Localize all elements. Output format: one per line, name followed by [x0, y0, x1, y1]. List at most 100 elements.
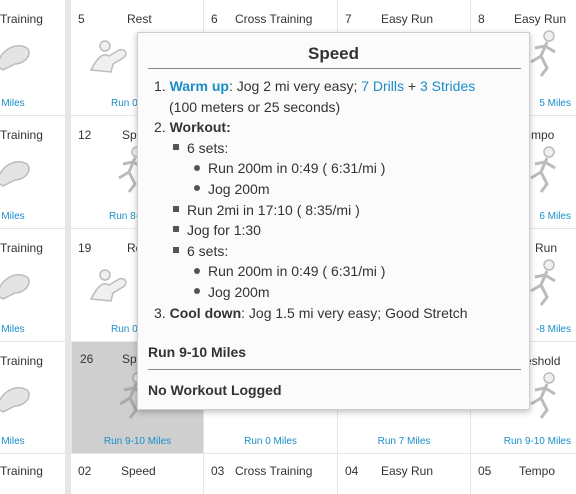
workout-type: Cross Training	[235, 12, 313, 26]
step-number: 3.	[154, 304, 166, 321]
workout-miles[interactable]: 0 Miles	[0, 324, 25, 335]
calendar-day[interactable]: 02 Speed	[71, 454, 203, 494]
warmup-text: : Jog 2 mi very easy;	[228, 78, 362, 94]
set-group: 6 sets:	[154, 241, 475, 262]
workout-item: Run 2mi in 17:10 ( 8:35/mi )	[154, 200, 475, 221]
round-bullet-icon	[194, 185, 200, 192]
day-number: 5	[78, 12, 85, 26]
day-number: 7	[345, 12, 352, 26]
workout-item: Jog for 1:30	[154, 220, 475, 241]
calendar-day[interactable]: Training 0 Miles	[0, 0, 65, 115]
calendar-day[interactable]: Training 0 Miles	[0, 342, 65, 453]
workout-label: Workout:	[169, 119, 231, 136]
cooldown-text: : Jog 1.5 mi very easy; Good Stretch	[241, 304, 468, 321]
calendar-day[interactable]: 05 Tempo	[471, 454, 576, 494]
workout-type: Cross Training	[235, 464, 313, 478]
rest-figure-icon	[89, 40, 127, 73]
calendar-day[interactable]: 03 Cross Training	[204, 454, 337, 494]
drills-link[interactable]: 7 Drills	[361, 78, 404, 94]
workout-miles[interactable]: Run 0	[111, 98, 138, 109]
day-number: 8	[478, 12, 485, 26]
set-item-text: Run 200m in 0:49 ( 6:31/mi )	[208, 263, 386, 280]
square-bullet-icon	[173, 205, 179, 212]
set-item: Run 200m in 0:49 ( 6:31/mi )	[154, 261, 475, 282]
square-bullet-icon	[173, 247, 179, 254]
round-bullet-icon	[194, 164, 200, 171]
workout-miles[interactable]: Run 0 Miles	[204, 436, 337, 447]
step-number: 1.	[154, 78, 166, 94]
workout-miles[interactable]: 0 Miles	[0, 436, 25, 447]
logged-status: No Workout Logged	[148, 382, 282, 398]
set-label: 6 sets:	[187, 139, 229, 156]
calendar-day[interactable]: Training 0 Miles	[0, 229, 65, 341]
planned-distance: Run 9-10 Miles	[148, 344, 247, 360]
workout-type: Training	[0, 464, 43, 478]
workout-type: Training	[0, 354, 43, 368]
workout-type: Training	[0, 241, 43, 255]
plus-text: +	[404, 78, 420, 94]
set-item-text: Run 200m in 0:49 ( 6:31/mi )	[208, 160, 386, 177]
workout-miles[interactable]: -8 Miles	[536, 324, 571, 335]
set-item-text: Jog 200m	[208, 283, 270, 300]
stretch-figure-icon	[0, 274, 30, 300]
workout-miles[interactable]: 5 Miles	[539, 98, 571, 109]
calendar-day[interactable]: Training	[0, 454, 65, 494]
workout-type: Speed	[121, 464, 156, 478]
workout-type: mpo	[531, 128, 555, 142]
set-label: 6 sets:	[187, 242, 229, 259]
set-item: Jog 200m	[154, 179, 475, 200]
day-number: 05	[478, 464, 492, 478]
workout-type: Run	[535, 241, 558, 255]
stretch-figure-icon	[0, 161, 30, 187]
workout-miles[interactable]: Run 9-10 Miles	[72, 436, 203, 447]
workout-miles[interactable]: 0 Miles	[0, 211, 25, 222]
workout-type: Easy Run	[381, 464, 434, 478]
workout-type: Rest	[127, 12, 152, 26]
step-number: 2.	[154, 119, 166, 136]
day-number: 26	[80, 352, 94, 366]
workout-type: Easy Run	[514, 12, 567, 26]
workout-type: Easy Run	[381, 12, 434, 26]
cooldown-label: Cool down	[169, 304, 242, 321]
day-number: 03	[211, 464, 225, 478]
workout-item-text: Run 2mi in 17:10 ( 8:35/mi )	[187, 201, 360, 218]
summary-divider	[148, 369, 521, 370]
strides-link[interactable]: 3 Strides	[420, 78, 475, 94]
day-number: 6	[211, 12, 218, 26]
workout-type: Training	[0, 128, 43, 142]
workout-miles[interactable]: Run 7 Miles	[338, 436, 470, 447]
workout-miles[interactable]: 6 Miles	[539, 211, 571, 222]
round-bullet-icon	[194, 288, 200, 295]
workout-miles[interactable]: Run 9-10 Miles	[504, 436, 571, 447]
stretch-figure-icon	[0, 387, 30, 413]
warmup-link[interactable]: Warm up	[170, 78, 229, 94]
set-item: Run 200m in 0:49 ( 6:31/mi )	[154, 158, 475, 179]
workout-miles[interactable]: 0 Miles	[0, 98, 25, 109]
calendar-day[interactable]: Training 0 Miles	[0, 116, 65, 228]
round-bullet-icon	[194, 267, 200, 274]
day-number: 12	[78, 128, 92, 142]
rest-figure-icon	[89, 269, 127, 302]
workout-item-text: Jog for 1:30	[187, 222, 261, 239]
set-item: Jog 200m	[154, 282, 475, 303]
workout-description: 1. Warm up: Jog 2 mi very easy; 7 Drills…	[154, 76, 475, 323]
workout-miles[interactable]: Run 0	[111, 324, 138, 335]
square-bullet-icon	[173, 144, 179, 151]
calendar-day[interactable]: 04 Easy Run	[338, 454, 470, 494]
workout-popup: Speed 1. Warm up: Jog 2 mi very easy; 7 …	[137, 32, 530, 410]
popup-title: Speed	[307, 44, 360, 63]
strides-note: (100 meters or 25 seconds)	[169, 98, 341, 115]
set-group: 6 sets:	[154, 138, 475, 159]
step-workout: 2. Workout:	[154, 117, 475, 138]
workout-type: Tempo	[519, 464, 556, 478]
square-bullet-icon	[173, 226, 179, 233]
day-number: 19	[78, 241, 92, 255]
stretch-figure-icon	[0, 45, 30, 71]
workout-type: Training	[0, 12, 43, 26]
day-number: 02	[78, 464, 92, 478]
workout-type: eshold	[525, 354, 561, 368]
day-number: 04	[345, 464, 359, 478]
title-divider	[148, 68, 521, 69]
workout-miles[interactable]: Run 8-	[109, 211, 139, 222]
step-warmup: 1. Warm up: Jog 2 mi very easy; 7 Drills…	[154, 76, 475, 97]
